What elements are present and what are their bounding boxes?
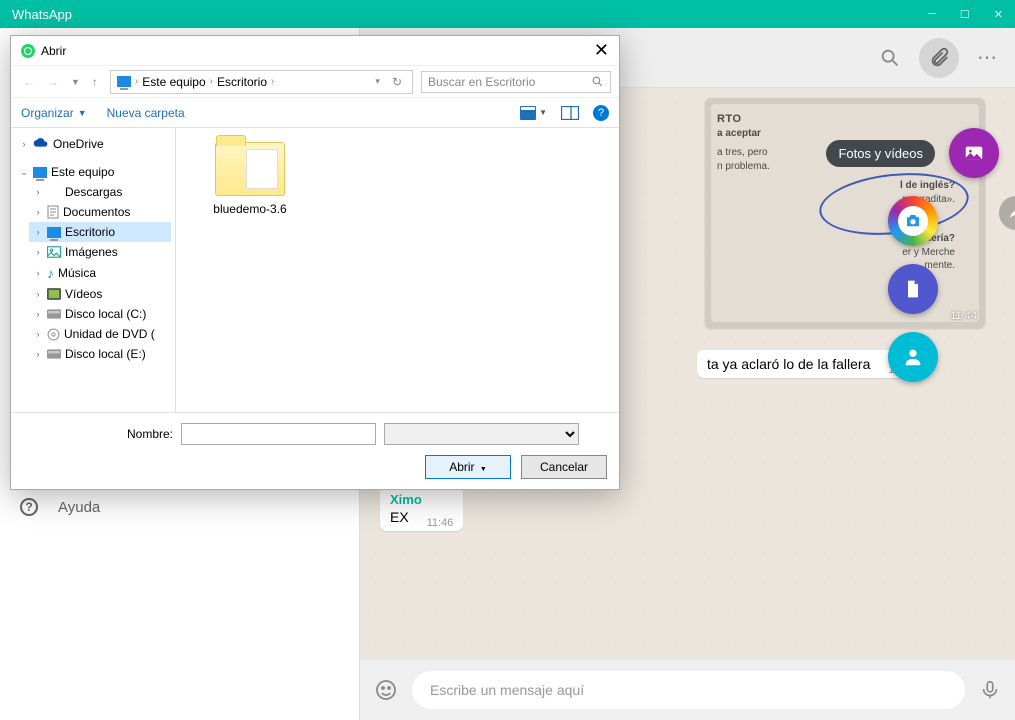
filetype-select[interactable] xyxy=(384,423,579,445)
tree-escritorio[interactable]: ›Escritorio xyxy=(29,222,171,242)
search-icon[interactable] xyxy=(879,47,901,69)
emoji-icon[interactable] xyxy=(374,678,398,702)
filename-label: Nombre: xyxy=(23,427,173,441)
dialog-title: Abrir xyxy=(41,44,66,58)
dialog-titlebar: Abrir ✕ xyxy=(11,36,619,66)
refresh-icon[interactable]: ↻ xyxy=(388,73,406,91)
whatsapp-icon xyxy=(21,44,35,58)
fab-document[interactable] xyxy=(888,264,938,314)
message-bubble[interactable]: Ximo EX 11:46 xyxy=(380,486,463,531)
tree-musica[interactable]: ›♪Música xyxy=(29,262,171,284)
compose-bar: Escribe un mensaje aquí xyxy=(360,660,1015,720)
fab-photos[interactable] xyxy=(949,128,999,178)
forward-icon[interactable] xyxy=(999,196,1015,230)
help-icon: ? xyxy=(20,498,38,516)
tree-dvd[interactable]: ›Unidad de DVD ( xyxy=(29,324,171,344)
tree-imagenes[interactable]: ›Imágenes xyxy=(29,242,171,262)
tree-onedrive[interactable]: ›OneDrive xyxy=(15,134,171,154)
tree-disco-c[interactable]: ›Disco local (C:) xyxy=(29,304,171,324)
window-titlebar: WhatsApp ─ ☐ ✕ xyxy=(0,0,1015,28)
folder-tree: ›OneDrive ⌄Este equipo ›Descargas ›Docum… xyxy=(11,128,176,412)
close-window-button[interactable]: ✕ xyxy=(994,8,1003,21)
tree-documentos[interactable]: ›Documentos xyxy=(29,202,171,222)
window-title: WhatsApp xyxy=(12,7,72,22)
nav-back-icon[interactable]: ← xyxy=(19,73,39,91)
tree-videos[interactable]: ›Vídeos xyxy=(29,284,171,304)
menu-icon[interactable]: ⋯ xyxy=(977,45,999,70)
monitor-icon xyxy=(117,76,131,87)
help-label: Ayuda xyxy=(58,499,100,516)
address-dropdown-icon[interactable]: ▾ xyxy=(371,74,384,89)
tree-descargas[interactable]: ›Descargas xyxy=(29,182,171,202)
file-grid[interactable]: bluedemo-3.6 xyxy=(176,128,619,412)
cancel-button[interactable]: Cancelar xyxy=(521,455,607,479)
fab-camera[interactable] xyxy=(888,196,938,246)
view-mode-icon[interactable]: ▼ xyxy=(520,106,547,120)
fab-contact[interactable] xyxy=(888,332,938,382)
folder-icon xyxy=(215,142,285,196)
open-button[interactable]: Abrir ▼ xyxy=(425,455,511,479)
mic-icon[interactable] xyxy=(979,679,1001,701)
search-placeholder: Buscar en Escritorio xyxy=(428,75,535,89)
attach-menu: Fotos y vídeos xyxy=(826,128,999,382)
nav-forward-icon[interactable]: → xyxy=(43,73,63,91)
filename-input[interactable] xyxy=(181,423,376,445)
folder-name: bluedemo-3.6 xyxy=(213,202,286,216)
search-icon xyxy=(591,75,604,88)
maximize-button[interactable]: ☐ xyxy=(960,8,970,21)
dialog-close-button[interactable]: ✕ xyxy=(594,40,609,61)
search-input[interactable]: Buscar en Escritorio xyxy=(421,71,611,93)
nav-up-icon[interactable]: ↑ xyxy=(88,73,102,91)
fab-label-photos: Fotos y vídeos xyxy=(826,140,935,167)
address-bar[interactable]: › Este equipo › Escritorio › ▾ ↻ xyxy=(110,70,413,94)
help-item[interactable]: ? Ayuda xyxy=(0,484,359,530)
attach-button[interactable] xyxy=(919,38,959,78)
chevron-down-icon[interactable]: ▼ xyxy=(67,75,84,89)
folder-item[interactable]: bluedemo-3.6 xyxy=(190,142,310,216)
organize-button[interactable]: Organizar ▼ xyxy=(21,106,87,120)
new-folder-button[interactable]: Nueva carpeta xyxy=(107,106,185,120)
help-icon[interactable]: ? xyxy=(593,105,609,121)
minimize-button[interactable]: ─ xyxy=(928,8,936,21)
tree-este-equipo[interactable]: ⌄Este equipo xyxy=(15,162,171,182)
tree-disco-e[interactable]: ›Disco local (E:) xyxy=(29,344,171,364)
file-open-dialog: Abrir ✕ ← → ▼ ↑ › Este equipo › Escritor… xyxy=(10,35,620,490)
sender-name: Ximo xyxy=(390,492,453,507)
preview-pane-icon[interactable] xyxy=(561,106,579,120)
input-placeholder: Escribe un mensaje aquí xyxy=(430,682,584,698)
message-input[interactable]: Escribe un mensaje aquí xyxy=(412,671,965,709)
